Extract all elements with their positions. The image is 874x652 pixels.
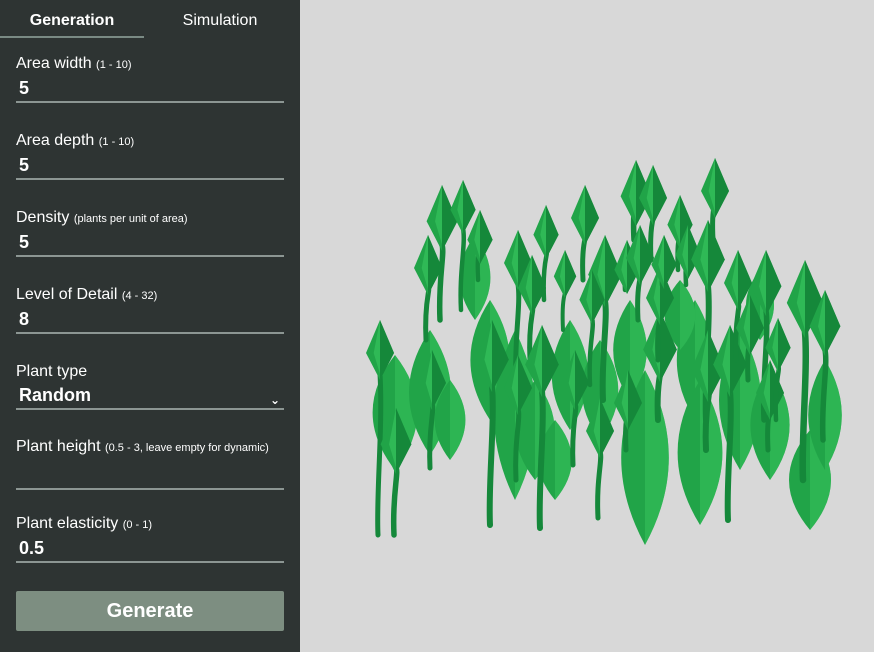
plant-elasticity-field: Plant elasticity (0 - 1) (16, 514, 284, 563)
area-depth-input[interactable] (16, 152, 284, 180)
tab-generation[interactable]: Generation (0, 0, 144, 38)
stem (599, 298, 609, 403)
area-width-input[interactable] (16, 75, 284, 103)
bud-shade (565, 250, 577, 298)
level-of-detail-input[interactable] (16, 306, 284, 334)
stem (799, 328, 809, 484)
tab-bar: Generation Simulation (0, 0, 300, 40)
area-width-hint: (1 - 10) (96, 59, 132, 71)
plant-elasticity-hint: (0 - 1) (122, 519, 153, 531)
plant-type-select[interactable]: Random ⌄ (16, 382, 284, 410)
bud-shade (715, 158, 729, 218)
plant-field (366, 158, 842, 545)
chevron-down-icon: ⌄ (269, 393, 280, 407)
stem (436, 242, 446, 323)
leaf-facet (555, 420, 572, 500)
density-hint: (plants per unit of area) (73, 213, 188, 225)
3d-viewport[interactable] (300, 0, 874, 652)
plant-elasticity-label: Plant elasticity (16, 515, 119, 532)
bud-shade (653, 165, 667, 225)
plant-elasticity-input[interactable] (16, 535, 284, 563)
plant-type-label: Plant type (16, 363, 88, 380)
stem (536, 388, 546, 531)
level-of-detail-label: Level of Detail (16, 286, 118, 303)
stem (724, 388, 734, 523)
level-of-detail-field: Level of Detail (4 - 32) (16, 285, 284, 334)
area-width-label: Area width (16, 55, 92, 72)
area-depth-label: Area depth (16, 132, 95, 149)
control-panel: Generation Simulation Area width (1 - 10… (0, 0, 300, 652)
bud-shade (778, 318, 791, 372)
active-tab-indicator (0, 36, 144, 38)
stem (541, 250, 549, 303)
plant-type-field: Plant type Random ⌄ (16, 362, 284, 410)
stem (427, 401, 436, 471)
plant-height-hint: (0.5 - 3, leave empty for dynamic) (104, 442, 269, 454)
area-width-field: Area width (1 - 10) (16, 54, 284, 103)
level-of-detail-hint: (4 - 32) (121, 290, 158, 302)
stem (570, 401, 579, 468)
stem (819, 347, 829, 443)
plant-type-selected-value: Random (19, 385, 91, 405)
plant-height-field: Plant height (0.5 - 3, leave empty for d… (16, 437, 284, 490)
bud-shade (585, 185, 599, 245)
plant-height-label: Plant height (16, 438, 101, 455)
stem (702, 391, 712, 453)
leaf-facet (450, 380, 466, 460)
area-depth-field: Area depth (1 - 10) (16, 131, 284, 180)
density-label: Density (16, 209, 70, 226)
bud-shade (664, 235, 677, 289)
bud-shade (825, 290, 841, 356)
generate-button[interactable]: Generate (16, 591, 284, 631)
plant-scene (366, 158, 842, 545)
area-depth-hint: (1 - 10) (98, 136, 135, 148)
bud-shade (546, 205, 559, 259)
stem (390, 465, 400, 538)
plant-height-input[interactable] (16, 462, 284, 490)
density-field: Density (plants per unit of area) (16, 208, 284, 257)
stem (595, 449, 604, 521)
density-input[interactable] (16, 229, 284, 257)
stem (486, 383, 496, 528)
stem (423, 286, 432, 343)
tab-simulation[interactable]: Simulation (144, 0, 296, 38)
